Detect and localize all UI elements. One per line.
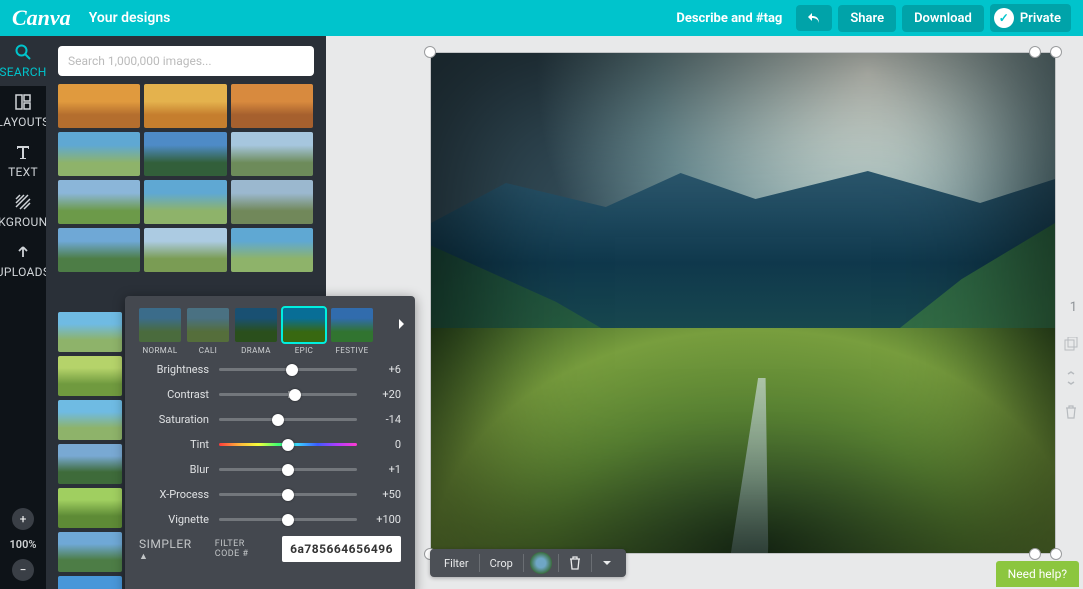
image-thumb[interactable] (58, 228, 140, 272)
image-context-toolbar: Filter Crop (430, 549, 626, 577)
filter-presets-row: NORMAL CALI DRAMA EPIC FESTIVE (139, 308, 401, 355)
image-thumb[interactable] (231, 132, 313, 176)
undo-icon (806, 11, 822, 25)
page-tools (1061, 336, 1081, 420)
image-thumb[interactable] (58, 356, 122, 396)
landscape-image (431, 53, 1055, 553)
filter-code-label: FILTER CODE # (215, 539, 272, 559)
rail-label-search: SEARCH (0, 65, 47, 79)
preset-next-button[interactable] (397, 318, 405, 330)
rotate-handle-top[interactable] (1029, 46, 1041, 58)
rail-tab-uploads[interactable]: UPLOADS (0, 236, 46, 286)
top-header: Canva Your designs Describe and #tag Sha… (0, 0, 1083, 36)
private-label: Private (1020, 11, 1061, 26)
canva-logo[interactable]: Canva (12, 5, 71, 31)
zoom-out-button[interactable]: − (12, 559, 34, 581)
image-thumb[interactable] (144, 84, 226, 128)
canvas-area: Filter Crop 1 N (326, 36, 1083, 589)
need-help-button[interactable]: Need help? (996, 561, 1079, 587)
image-thumb[interactable] (144, 132, 226, 176)
slider-xprocess[interactable]: X-Process +50 (139, 488, 401, 501)
simpler-toggle[interactable]: SIMPLER ▲ (139, 537, 195, 562)
image-thumb[interactable] (144, 228, 226, 272)
image-thumb-icon[interactable] (530, 552, 552, 574)
layouts-icon (14, 93, 32, 111)
filter-sliders: Brightness +6 Contrast +20 Saturation -1… (139, 363, 401, 526)
rail-label-layouts: LAYOUTS (0, 115, 50, 129)
image-thumb[interactable] (58, 532, 122, 572)
image-thumb[interactable] (58, 576, 122, 589)
slider-saturation[interactable]: Saturation -14 (139, 413, 401, 426)
download-button[interactable]: Download (902, 5, 984, 32)
rail-tab-layouts[interactable]: LAYOUTS (0, 86, 46, 136)
rail-tab-search[interactable]: SEARCH (0, 36, 46, 86)
preset-epic[interactable]: EPIC (283, 308, 325, 355)
image-thumb[interactable] (144, 180, 226, 224)
upload-icon (14, 243, 32, 261)
image-thumb[interactable] (58, 180, 140, 224)
rail-label-text: TEXT (8, 165, 38, 179)
chevron-right-icon (397, 318, 405, 330)
more-dropdown[interactable] (592, 549, 622, 577)
preset-drama[interactable]: DRAMA (235, 308, 277, 355)
preset-festive[interactable]: FESTIVE (331, 308, 373, 355)
slider-tint[interactable]: Tint 0 (139, 438, 401, 451)
trash-icon (569, 556, 581, 570)
filter-flyout: NORMAL CALI DRAMA EPIC FESTIVE Brightnes… (125, 296, 415, 589)
image-results-column (46, 312, 131, 589)
search-input[interactable] (58, 46, 314, 76)
delete-page-button[interactable] (1063, 404, 1079, 420)
text-icon (14, 143, 32, 161)
trash-icon (1065, 405, 1077, 419)
rail-tab-text[interactable]: TEXT (0, 136, 46, 186)
copy-page-button[interactable] (1063, 336, 1079, 352)
delete-button[interactable] (559, 549, 591, 577)
share-button[interactable]: Share (838, 5, 896, 32)
slider-blur[interactable]: Blur +1 (139, 463, 401, 476)
rail-tab-bkground[interactable]: BKGROUND (0, 186, 46, 236)
private-check-icon: ✓ (994, 8, 1014, 28)
selected-image[interactable] (430, 52, 1056, 554)
image-thumb[interactable] (58, 132, 140, 176)
image-thumb[interactable] (58, 488, 122, 528)
resize-handle-tl[interactable] (424, 46, 436, 58)
image-thumb[interactable] (231, 228, 313, 272)
slider-vignette[interactable]: Vignette +100 (139, 513, 401, 526)
resize-handle-br[interactable] (1050, 548, 1062, 560)
background-icon (14, 193, 32, 211)
page-number: 1 (1070, 300, 1077, 315)
image-thumb[interactable] (58, 444, 122, 484)
filter-code-field[interactable]: 6a785664656496 (282, 536, 401, 562)
image-thumb[interactable] (58, 400, 122, 440)
add-page-button[interactable] (1063, 370, 1079, 386)
image-thumb[interactable] (58, 84, 140, 128)
resize-handle-tr[interactable] (1050, 46, 1062, 58)
filter-button[interactable]: Filter (434, 549, 479, 577)
your-designs-link[interactable]: Your designs (89, 10, 171, 26)
chevron-down-icon (602, 560, 612, 566)
crop-button[interactable]: Crop (480, 549, 523, 577)
preset-cali[interactable]: CALI (187, 308, 229, 355)
slider-contrast[interactable]: Contrast +20 (139, 388, 401, 401)
image-thumb[interactable] (58, 312, 122, 352)
search-icon (14, 43, 32, 61)
zoom-in-button[interactable]: + (12, 508, 34, 530)
preset-normal[interactable]: NORMAL (139, 308, 181, 355)
arrows-icon (1064, 371, 1078, 385)
image-results-grid (46, 84, 326, 272)
left-rail: SEARCH LAYOUTS TEXT BKGROUND UPLOADS + 1… (0, 36, 46, 589)
zoom-level: 100% (10, 538, 37, 551)
image-thumb[interactable] (231, 84, 313, 128)
slider-brightness[interactable]: Brightness +6 (139, 363, 401, 376)
zoom-controls: + 100% − (0, 508, 46, 581)
image-thumb[interactable] (231, 180, 313, 224)
private-toggle[interactable]: ✓ Private (990, 4, 1071, 32)
describe-and-tag-field[interactable]: Describe and #tag (676, 11, 782, 26)
undo-button[interactable] (796, 5, 832, 31)
rotate-handle-bottom[interactable] (1029, 548, 1041, 560)
rail-label-uploads: UPLOADS (0, 265, 50, 279)
